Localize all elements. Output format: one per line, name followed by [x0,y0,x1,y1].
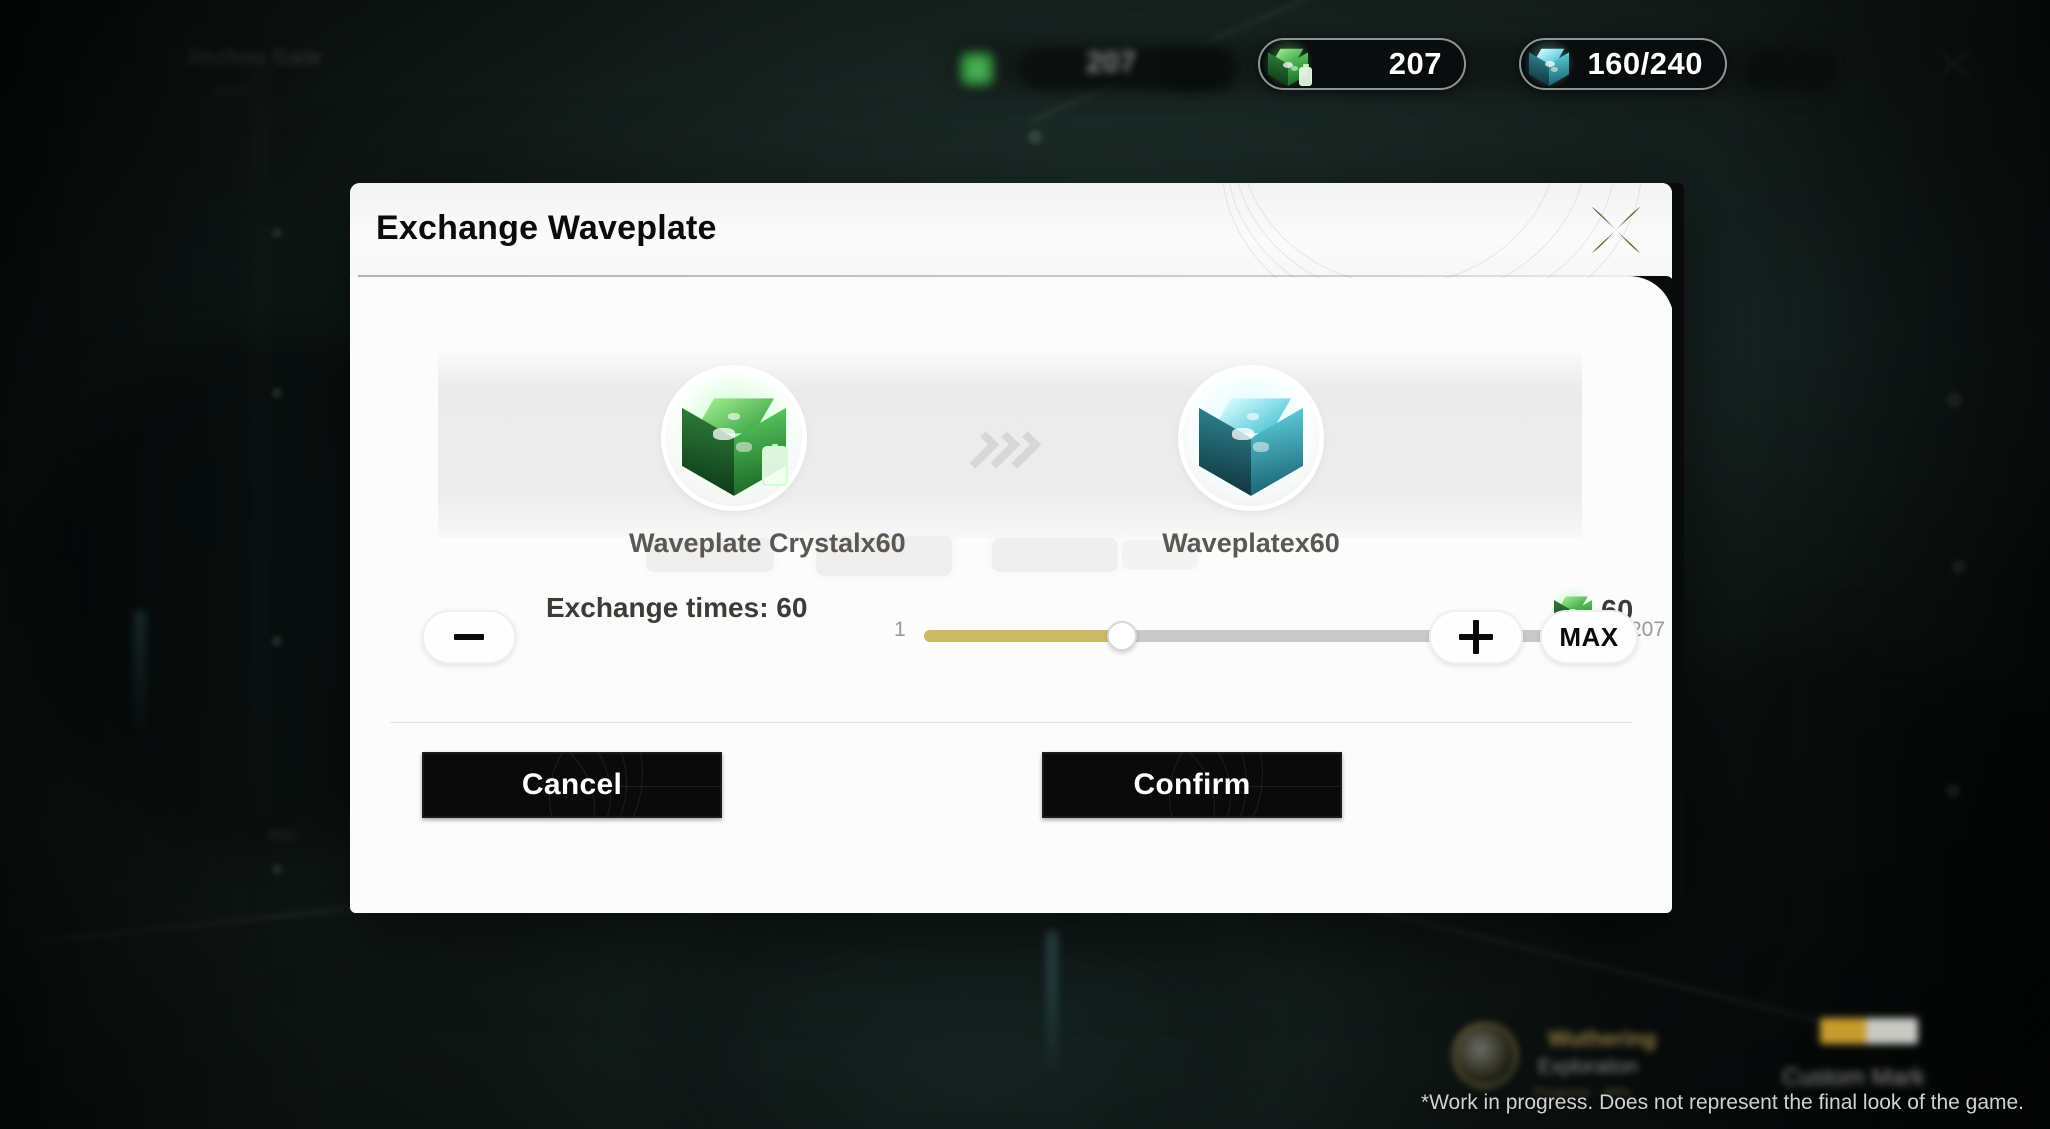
slider-min-label: 1 [894,618,906,641]
hud-ghost-pill [1160,48,1238,90]
currency-amount: 207 [1388,46,1442,81]
plus-icon [1459,620,1493,654]
green-crystal-cube-icon [667,371,801,505]
ghost-chip [992,538,1118,572]
dialog-title: Exchange Waveplate [376,209,717,247]
cancel-button[interactable]: Cancel [422,752,722,818]
confirm-button[interactable]: Confirm [1042,752,1342,818]
exploration-progress-bar [1820,1018,1918,1044]
cancel-button-label: Cancel [521,768,623,801]
hud-ghost-pill [1790,50,1836,90]
hud-ghost-gem-icon [960,52,994,86]
slider-fill [924,630,1122,642]
hud-right-label: Custom Mark [1782,1064,1925,1091]
body-corner-notch [1628,276,1672,322]
compass-emblem-icon[interactable] [1452,1022,1518,1088]
double-chevron-right-icon [961,431,1042,469]
battery-badge-icon [1299,67,1312,86]
exchange-item-from[interactable]: Waveplate Crystalx60 [629,370,906,559]
exchange-items-panel: Waveplate Crystalx60 Waveplatex60 [438,348,1582,558]
dialog-header: Exchange Waveplate [350,183,1672,333]
disclaimer-text: *Work in progress. Does not represent th… [1420,1091,2024,1114]
dialog-body: Waveplate Crystalx60 Waveplatex60 Exchan… [350,278,1672,913]
decrement-button[interactable] [422,610,516,664]
game-screen: Jinzhou Gate Area Map 207 [0,0,2050,1129]
dialog-card: Exchange Waveplate Waveplate Crystalx60 … [350,183,1672,913]
item-label: Waveplate Crystalx60 [629,528,906,558]
top-hud-bar: 207 207 160/240 [0,0,2050,110]
teal-crystal-cube-icon [1184,371,1318,505]
item-disc [666,370,802,506]
hud-subtitle: Exploration [1538,1056,1639,1078]
max-button[interactable]: MAX [1540,610,1638,664]
hud-close-icon[interactable] [1928,38,1980,90]
max-button-label: MAX [1559,621,1619,652]
item-label: Waveplatex60 [1162,528,1340,558]
header-divider [358,275,1658,277]
battery-badge-icon [762,446,788,486]
close-icon[interactable] [1586,201,1646,259]
exchange-waveplate-dialog: Exchange Waveplate Waveplate Crystalx60 … [350,183,1684,913]
green-crystal-cube-icon [1262,38,1314,90]
exchange-item-to[interactable]: Waveplatex60 [1146,370,1356,559]
increment-button[interactable] [1429,610,1523,664]
exchange-quantity-row: Exchange times: 60 6 [350,578,1672,694]
exchange-times-label: Exchange times: 60 [546,592,808,623]
minus-icon [454,634,484,640]
item-disc [1183,370,1319,506]
currency-pill-waveplate[interactable]: 160/240 [1519,38,1727,90]
confirm-button-label: Confirm [1133,768,1251,801]
teal-crystal-cube-icon [1523,38,1575,90]
slider-thumb[interactable] [1106,621,1137,651]
currency-amount: 160/240 [1587,46,1703,81]
currency-pill-waveplate-crystal[interactable]: 207 [1258,38,1466,90]
footer-divider [390,722,1632,723]
hud-ghost-amount: 207 [1086,46,1137,79]
hud-title: Wuthering [1548,1026,1657,1051]
hud-ghost-pill [1745,50,1791,90]
